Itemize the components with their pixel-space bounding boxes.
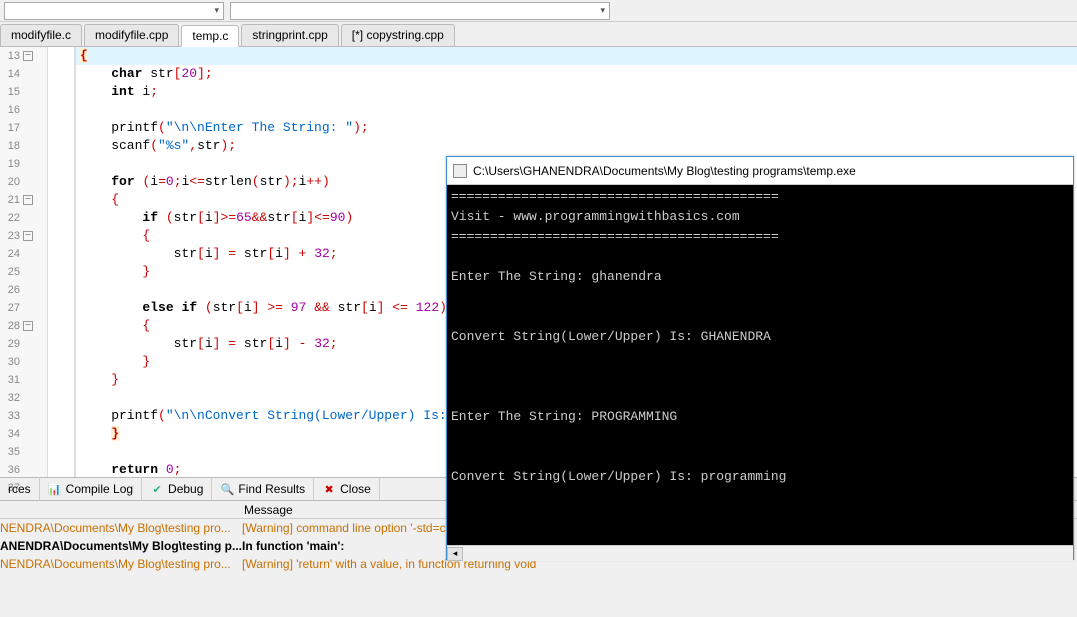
- combo-2[interactable]: ▾: [230, 2, 610, 20]
- console-titlebar[interactable]: C:\Users\GHANENDRA\Documents\My Blog\tes…: [447, 157, 1073, 185]
- tab-bar: modifyfile.cmodifyfile.cpptemp.cstringpr…: [0, 22, 1077, 47]
- console-output[interactable]: ========================================…: [447, 185, 1073, 545]
- scroll-left-icon[interactable]: ◂: [447, 547, 463, 561]
- console-scrollbar[interactable]: ◂: [447, 545, 1073, 561]
- console-title-text: C:\Users\GHANENDRA\Documents\My Blog\tes…: [473, 164, 856, 178]
- toolbar: ▾ ▾: [0, 0, 1077, 22]
- tab-compile-log[interactable]: 📊 Compile Log: [40, 477, 142, 501]
- app-icon: [453, 164, 467, 178]
- check-icon: ✔: [150, 482, 164, 496]
- tab-label: Find Results: [238, 482, 305, 496]
- tab-debug[interactable]: ✔ Debug: [142, 477, 212, 501]
- chevron-down-icon: ▾: [600, 5, 605, 16]
- fold-gutter: [48, 47, 76, 477]
- search-icon: 🔍: [220, 482, 234, 496]
- message-header-label: Message: [242, 503, 293, 517]
- file-tab[interactable]: modifyfile.c: [0, 24, 82, 46]
- line-gutter: 13−1415161718192021−2223−2425262728−2930…: [0, 47, 48, 477]
- bar-chart-icon: 📊: [48, 482, 62, 496]
- console-window[interactable]: C:\Users\GHANENDRA\Documents\My Blog\tes…: [446, 156, 1074, 560]
- tab-resources[interactable]: rces: [0, 477, 40, 501]
- tab-close[interactable]: ✖ Close: [314, 477, 380, 501]
- tab-label: Debug: [168, 482, 203, 496]
- chevron-down-icon: ▾: [214, 5, 219, 16]
- tab-label: Compile Log: [66, 482, 133, 496]
- tab-find-results[interactable]: 🔍 Find Results: [212, 477, 314, 501]
- file-tab[interactable]: [*] copystring.cpp: [341, 24, 455, 46]
- file-tab[interactable]: temp.c: [181, 25, 239, 47]
- file-tab[interactable]: modifyfile.cpp: [84, 24, 179, 46]
- file-tab[interactable]: stringprint.cpp: [241, 24, 338, 46]
- tab-label: Close: [340, 482, 371, 496]
- combo-1[interactable]: ▾: [4, 2, 224, 20]
- tab-label: rces: [8, 482, 31, 496]
- close-icon: ✖: [322, 482, 336, 496]
